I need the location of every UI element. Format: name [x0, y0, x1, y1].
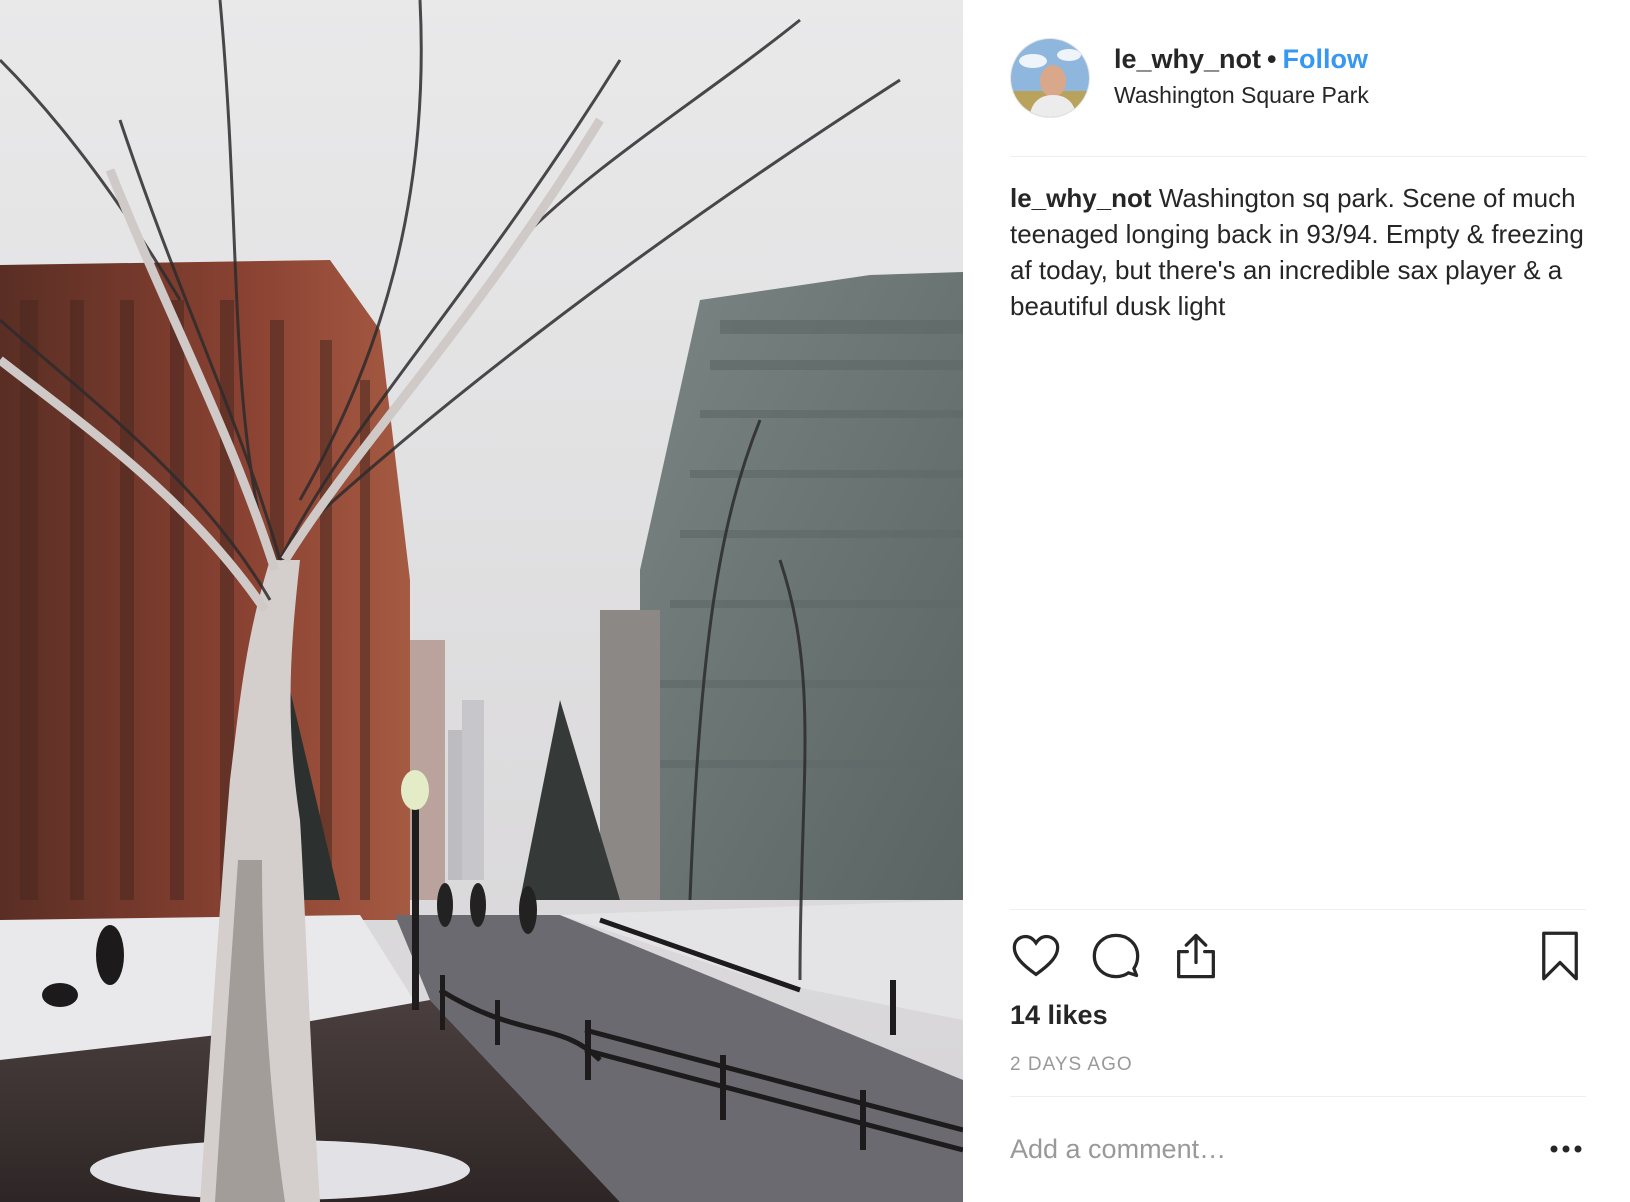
location-link[interactable]: Washington Square Park [1114, 82, 1369, 109]
more-options-icon[interactable] [1546, 1125, 1586, 1173]
park-photo-image [0, 0, 963, 1202]
post-details-panel: le_why_not • Follow Washington Square Park… [963, 0, 1630, 1202]
post-caption: le_why_not Washington sq park. Scene of … [1010, 180, 1590, 324]
likes-count[interactable]: 14 likes [1010, 1000, 1108, 1031]
separator-dot: • [1267, 44, 1277, 74]
caption-username-link[interactable]: le_why_not [1010, 183, 1152, 213]
heart-icon[interactable] [1010, 930, 1062, 982]
post-header: le_why_not • Follow Washington Square Park [1010, 38, 1590, 118]
comment-form [1010, 1125, 1586, 1173]
share-icon[interactable] [1170, 930, 1222, 982]
user-line: le_why_not • Follow [1114, 42, 1368, 76]
header-divider [1010, 156, 1586, 157]
post-photo[interactable] [0, 0, 963, 1202]
bookmark-icon[interactable] [1534, 930, 1586, 982]
actions-divider [1010, 909, 1586, 910]
comment-divider [1010, 1096, 1586, 1097]
comment-input[interactable] [1010, 1125, 1510, 1173]
follow-button[interactable]: Follow [1283, 44, 1368, 74]
avatar-image [1011, 39, 1089, 117]
post-timestamp[interactable]: 2 DAYS AGO [1010, 1054, 1133, 1076]
post-actions [1010, 930, 1586, 990]
comment-icon[interactable] [1090, 930, 1142, 982]
username-link[interactable]: le_why_not [1114, 44, 1261, 74]
user-avatar[interactable] [1010, 38, 1090, 118]
